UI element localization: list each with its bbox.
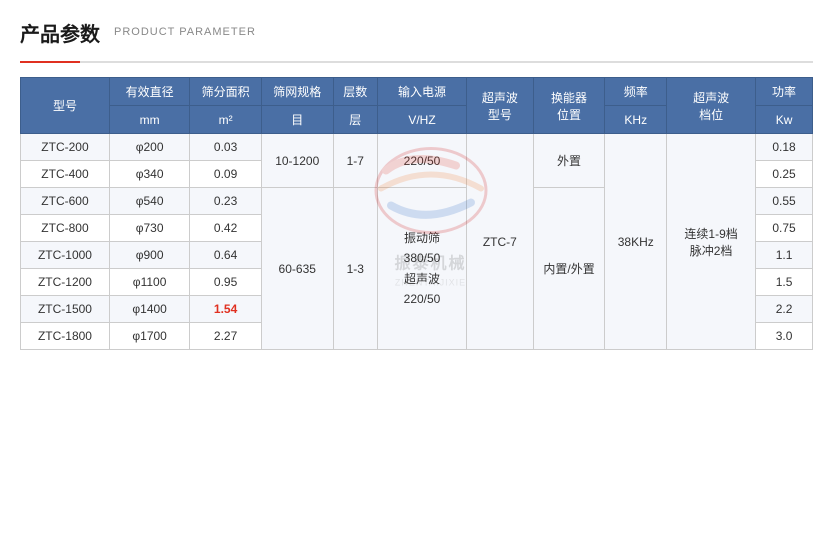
- cell-model: ZTC-800: [21, 215, 110, 242]
- col-freq: 频率: [605, 78, 667, 106]
- cell-mesh: 10-1200: [261, 134, 333, 188]
- cell-model: ZTC-1000: [21, 242, 110, 269]
- cell-gear: 连续1-9档脉冲2档: [667, 134, 756, 350]
- cell-model: ZTC-600: [21, 188, 110, 215]
- cell-watt: 1.5: [756, 269, 813, 296]
- cell-converter: 内置/外置: [533, 188, 605, 350]
- cell-watt: 0.18: [756, 134, 813, 161]
- cell-watt: 2.2: [756, 296, 813, 323]
- cell-watt: 1.1: [756, 242, 813, 269]
- col-mesh: 筛网规格: [261, 78, 333, 106]
- cell-mesh: 60-635: [261, 188, 333, 350]
- cell-watt: 0.55: [756, 188, 813, 215]
- page-title-en: PRODUCT PARAMETER: [114, 26, 256, 40]
- cell-diameter: φ540: [109, 188, 189, 215]
- cell-watt: 3.0: [756, 323, 813, 350]
- cell-diameter: φ900: [109, 242, 189, 269]
- cell-diameter: φ340: [109, 161, 189, 188]
- cell-watt: 0.25: [756, 161, 813, 188]
- col-freq-unit: KHz: [605, 106, 667, 134]
- col-diameter: 有效直径: [109, 78, 189, 106]
- cell-area: 0.09: [190, 161, 262, 188]
- cell-model: ZTC-400: [21, 161, 110, 188]
- cell-diameter: φ1100: [109, 269, 189, 296]
- cell-diameter: φ200: [109, 134, 189, 161]
- cell-model: ZTC-1800: [21, 323, 110, 350]
- header-underline: [20, 61, 813, 63]
- col-model: 型号: [21, 78, 110, 134]
- col-layers: 层数: [333, 78, 377, 106]
- cell-area: 0.64: [190, 242, 262, 269]
- col-layers-unit: 层: [333, 106, 377, 134]
- col-power: 输入电源: [378, 78, 467, 106]
- col-mesh-unit: 目: [261, 106, 333, 134]
- cell-model: ZTC-200: [21, 134, 110, 161]
- cell-layers: 1-7: [333, 134, 377, 188]
- col-sonic-model: 超声波型号: [466, 78, 533, 134]
- cell-area: 0.03: [190, 134, 262, 161]
- cell-model: ZTC-1200: [21, 269, 110, 296]
- col-area-unit: m²: [190, 106, 262, 134]
- cell-diameter: φ730: [109, 215, 189, 242]
- cell-area: 0.95: [190, 269, 262, 296]
- cell-area: 2.27: [190, 323, 262, 350]
- product-table: 型号 有效直径 筛分面积 筛网规格 层数 输入电源 超声波型号 换能器位置 频率…: [20, 77, 813, 350]
- col-diameter-unit: mm: [109, 106, 189, 134]
- col-area: 筛分面积: [190, 78, 262, 106]
- cell-layers: 1-3: [333, 188, 377, 350]
- col-converter: 换能器位置: [533, 78, 605, 134]
- cell-diameter: φ1700: [109, 323, 189, 350]
- col-gear: 超声波档位: [667, 78, 756, 134]
- col-power-unit: V/HZ: [378, 106, 467, 134]
- cell-power: 220/50: [378, 134, 467, 188]
- table-row: ZTC-200 φ200 0.03 10-1200 1-7 220/50 ZTC…: [21, 134, 813, 161]
- cell-freq: 38KHz: [605, 134, 667, 350]
- col-watt: 功率: [756, 78, 813, 106]
- cell-power: 振动筛380/50超声波220/50: [378, 188, 467, 350]
- cell-area: 0.23: [190, 188, 262, 215]
- page-header: 产品参数 PRODUCT PARAMETER: [20, 18, 813, 47]
- col-watt-unit: Kw: [756, 106, 813, 134]
- cell-area: 0.42: [190, 215, 262, 242]
- cell-area: 1.54: [190, 296, 262, 323]
- cell-converter: 外置: [533, 134, 605, 188]
- cell-diameter: φ1400: [109, 296, 189, 323]
- cell-watt: 0.75: [756, 215, 813, 242]
- page-title-cn: 产品参数: [20, 18, 100, 47]
- cell-sonic-model: ZTC-7: [466, 134, 533, 350]
- cell-model: ZTC-1500: [21, 296, 110, 323]
